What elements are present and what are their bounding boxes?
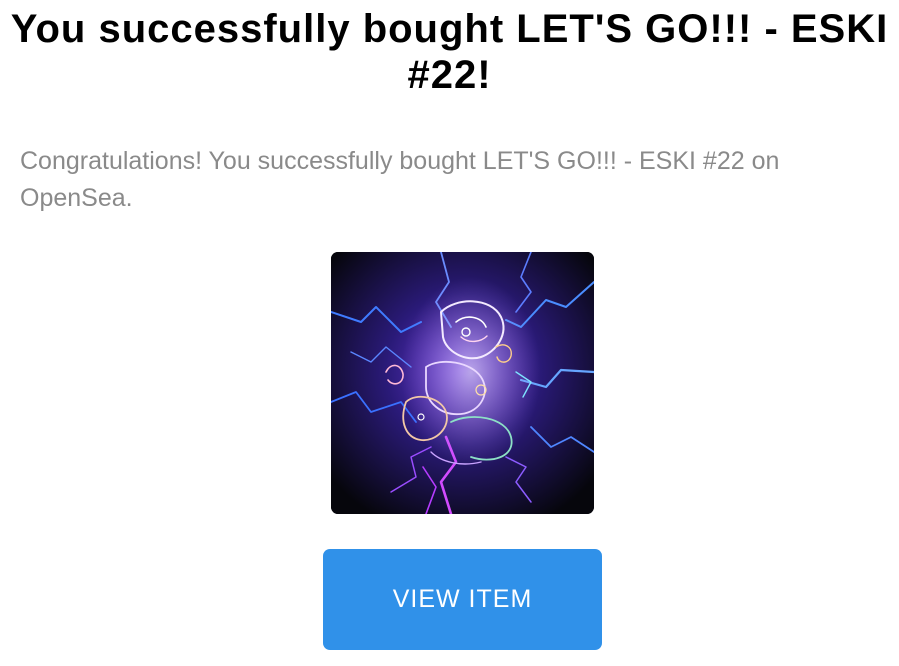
page-title: You successfully bought LET'S GO!!! - ES… (10, 7, 889, 97)
view-item-button[interactable]: VIEW ITEM (323, 549, 602, 650)
nft-image[interactable] (331, 252, 594, 514)
nft-artwork (331, 252, 594, 514)
congratulations-message: Congratulations! You successfully bought… (20, 147, 780, 212)
